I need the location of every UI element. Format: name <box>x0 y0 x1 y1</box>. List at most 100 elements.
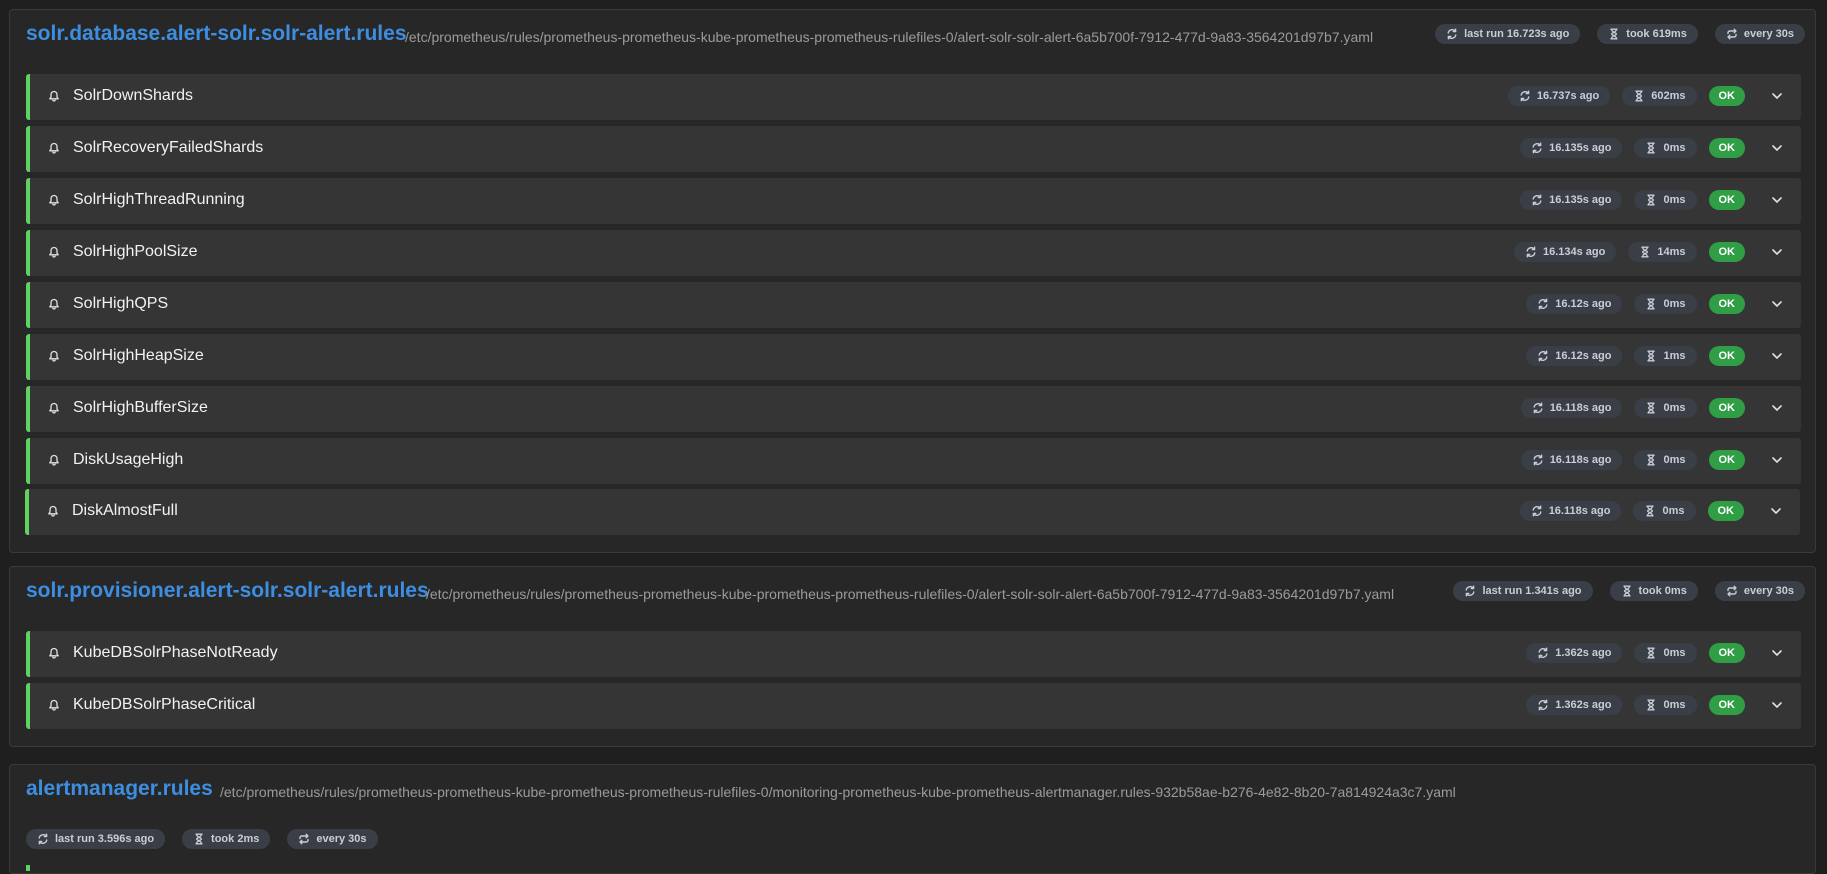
repeat-icon <box>299 833 310 845</box>
rule-duration: 1ms <box>1663 350 1686 362</box>
expand-button[interactable] <box>1765 294 1789 314</box>
rule-duration: 0ms <box>1663 647 1686 659</box>
group-title[interactable]: solr.database.alert-solr.solr-alert.rule… <box>26 22 407 46</box>
hourglass-icon <box>1647 402 1656 414</box>
rule-name: SolrHighPoolSize <box>73 243 198 260</box>
rule-row[interactable]: SolrRecoveryFailedShards 16.135s ago 0ms… <box>26 126 1801 172</box>
repeat-icon <box>1727 585 1737 597</box>
expand-button[interactable] <box>1764 501 1788 521</box>
rule-duration-badge: 0ms <box>1634 398 1697 418</box>
bell-icon <box>49 90 59 102</box>
refresh-icon <box>1465 585 1475 597</box>
rule-status: 16.135s ago 0ms OK <box>1520 138 1789 158</box>
rule-row[interactable]: SolrHighHeapSize 16.12s ago 1ms OK <box>26 334 1801 380</box>
chevron-down-icon <box>1772 197 1782 203</box>
rule-status: 16.737s ago 602ms OK <box>1507 86 1789 106</box>
rule-duration: 0ms <box>1663 402 1686 414</box>
rule-state-badge: OK <box>1708 138 1745 158</box>
rule-status: 16.12s ago 1ms OK <box>1526 346 1789 366</box>
expand-button[interactable] <box>1765 450 1789 470</box>
rule-last-eval-badge: 16.134s ago <box>1513 242 1617 262</box>
rule-duration: 0ms <box>1662 505 1685 517</box>
rule-row[interactable]: SolrHighThreadRunning 16.135s ago 0ms OK <box>26 178 1801 224</box>
last-run-badge: last run 3.596s ago <box>26 829 166 849</box>
rule-duration-badge: 0ms <box>1633 501 1696 521</box>
rule-group: solr.database.alert-solr.solr-alert.rule… <box>9 9 1816 553</box>
rule-duration: 0ms <box>1663 699 1686 711</box>
rule-name: SolrHighThreadRunning <box>73 191 245 208</box>
last-run-badge: last run 16.723s ago <box>1435 24 1581 44</box>
expand-button[interactable] <box>1765 242 1789 262</box>
expand-button[interactable] <box>1765 346 1789 366</box>
refresh-icon <box>1447 28 1457 40</box>
rule-group: solr.provisioner.alert-solr.solr-alert.r… <box>9 566 1816 747</box>
rule-row[interactable]: SolrDownShards 16.737s ago 602ms OK <box>26 74 1801 120</box>
rule-state-badge: OK <box>1708 398 1745 418</box>
refresh-icon <box>1532 505 1542 517</box>
hourglass-icon <box>1647 350 1656 362</box>
rule-name: KubeDBSolrPhaseCritical <box>73 696 256 713</box>
chevron-down-icon <box>1772 93 1782 99</box>
rule-row[interactable]: SolrHighPoolSize 16.134s ago 14ms OK <box>26 230 1801 276</box>
rule-duration-badge: 0ms <box>1634 294 1697 314</box>
expand-button[interactable] <box>1765 643 1789 663</box>
rule-status: 16.134s ago 14ms OK <box>1513 242 1789 262</box>
hourglass-icon <box>1647 454 1656 466</box>
group-file-path: /etc/prometheus/rules/prometheus-prometh… <box>426 586 1395 602</box>
refresh-icon <box>1538 350 1548 362</box>
rule-duration-badge: 0ms <box>1634 695 1697 715</box>
rule-last-eval: 16.135s ago <box>1549 142 1612 154</box>
bell-icon <box>49 350 59 362</box>
rule-state-badge: OK <box>1708 242 1745 262</box>
rule-row[interactable]: KubeDBSolrPhaseNotReady 1.362s ago 0ms O… <box>26 631 1801 677</box>
rule-row[interactable]: SolrHighQPS 16.12s ago 0ms OK <box>26 282 1801 328</box>
bell-icon <box>49 699 59 711</box>
chevron-down-icon <box>1772 353 1782 359</box>
hourglass-icon <box>1647 298 1656 310</box>
rule-row[interactable]: DiskUsageHigh 16.118s ago 0ms OK <box>26 438 1801 484</box>
interval-badge: every 30s <box>1714 24 1805 44</box>
rule-state-badge: OK <box>1708 450 1745 470</box>
rule-row[interactable]: KubeDBSolrPhaseCritical 1.362s ago 0ms O… <box>26 683 1801 729</box>
refresh-icon <box>1533 454 1543 466</box>
rule-state-badge: OK <box>1708 294 1745 314</box>
chevron-down-icon <box>1772 457 1782 463</box>
interval-text: every 30s <box>316 833 367 845</box>
interval-text: every 30s <box>1743 28 1794 40</box>
rule-last-eval-badge: 1.362s ago <box>1526 695 1623 715</box>
rule-row-edge <box>26 865 30 871</box>
rule-status: 16.118s ago 0ms OK <box>1520 450 1789 470</box>
rule-duration-badge: 1ms <box>1634 346 1697 366</box>
rule-status: 16.118s ago 0ms OK <box>1520 398 1789 418</box>
expand-button[interactable] <box>1765 398 1789 418</box>
expand-button[interactable] <box>1765 695 1789 715</box>
rule-last-eval-badge: 16.135s ago <box>1520 190 1623 210</box>
rule-state-badge: OK <box>1708 86 1745 106</box>
rule-last-eval-badge: 16.12s ago <box>1526 346 1623 366</box>
expand-button[interactable] <box>1765 138 1789 158</box>
last-run-text: last run 3.596s ago <box>55 833 155 845</box>
bell-icon <box>49 298 59 310</box>
rule-group: alertmanager.rules /etc/prometheus/rules… <box>9 764 1816 874</box>
hourglass-icon <box>1610 28 1618 40</box>
hourglass-icon <box>1647 142 1656 154</box>
bell-icon <box>49 647 59 659</box>
expand-button[interactable] <box>1765 86 1789 106</box>
rule-duration: 0ms <box>1663 194 1686 206</box>
group-badges: last run 16.723s ago took 619ms every 30… <box>1435 24 1805 44</box>
bell-icon <box>49 142 59 154</box>
took-badge: took 619ms <box>1597 24 1698 44</box>
refresh-icon <box>1538 647 1548 659</box>
rule-row[interactable]: SolrHighBufferSize 16.118s ago 0ms OK <box>26 386 1801 432</box>
refresh-icon <box>1532 142 1542 154</box>
group-title[interactable]: alertmanager.rules <box>26 777 213 801</box>
hourglass-icon <box>1647 699 1656 711</box>
rule-last-eval: 16.135s ago <box>1549 194 1612 206</box>
refresh-icon <box>1538 298 1548 310</box>
group-title[interactable]: solr.provisioner.alert-solr.solr-alert.r… <box>26 579 429 603</box>
group-header: solr.database.alert-solr.solr-alert.rule… <box>10 10 1815 54</box>
expand-button[interactable] <box>1765 190 1789 210</box>
rule-state-badge: OK <box>1708 346 1745 366</box>
rule-name: KubeDBSolrPhaseNotReady <box>73 644 278 661</box>
rule-row[interactable]: DiskAlmostFull 16.118s ago 0ms OK <box>25 489 1800 535</box>
